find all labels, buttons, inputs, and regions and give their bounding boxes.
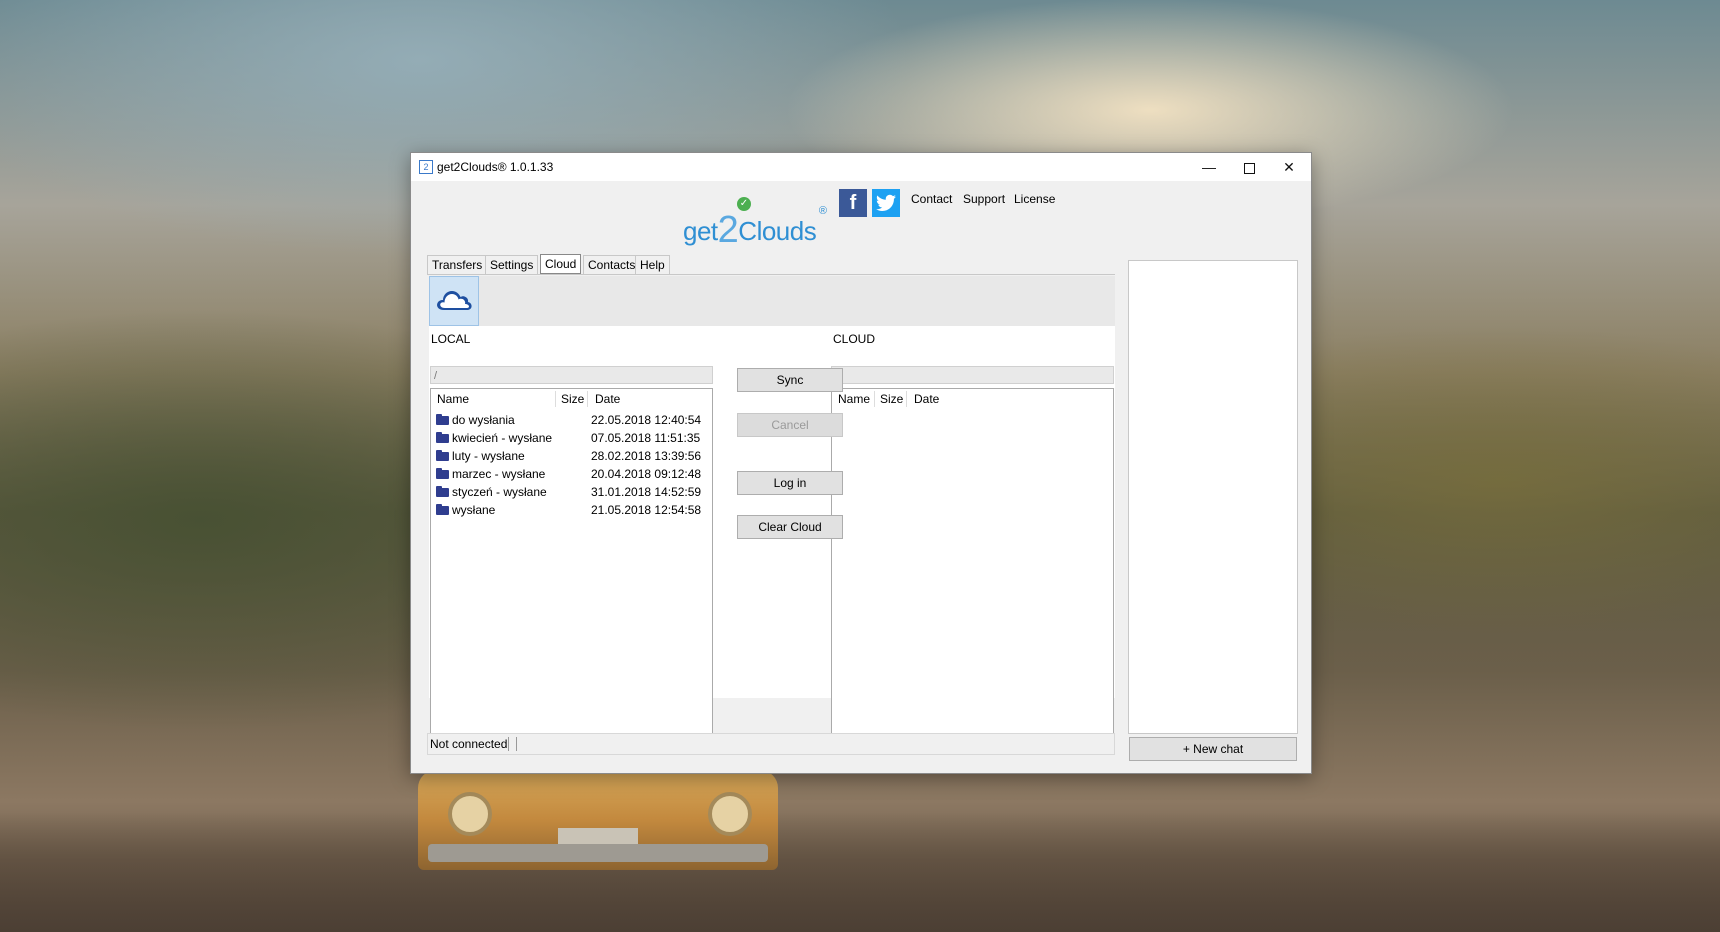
folder-icon <box>436 504 449 515</box>
list-item[interactable]: styczeń - wysłane 31.01.2018 14:52:59 <box>431 483 712 501</box>
cloud-col-sep <box>874 391 875 407</box>
contact-link[interactable]: Contact <box>911 192 952 206</box>
logo-pre: get <box>683 216 718 246</box>
cloud-col-size[interactable]: Size <box>880 389 903 409</box>
local-list-header: Name Size Date <box>437 389 707 409</box>
folder-icon <box>436 432 449 443</box>
status-bar: Not connected <box>427 733 1115 755</box>
cloud-col-name[interactable]: Name <box>838 389 870 409</box>
cloud-path-input[interactable]: / <box>831 366 1114 384</box>
twitter-icon[interactable] <box>872 189 900 217</box>
local-path-input[interactable]: / <box>430 366 713 384</box>
app-window: 2 get2Clouds® 1.0.1.33 — ✕ ✓ get2Clouds … <box>410 152 1312 774</box>
background-ground <box>0 812 1720 932</box>
tab-help[interactable]: Help <box>635 255 670 274</box>
tab-divider <box>427 274 1115 275</box>
list-item[interactable]: marzec - wysłane 20.04.2018 09:12:48 <box>431 465 712 483</box>
status-separator <box>516 737 517 751</box>
maximize-icon <box>1243 162 1255 174</box>
window-title: get2Clouds® 1.0.1.33 <box>437 160 554 174</box>
cloud-tab-panel: LOCAL CLOUD / / Name Size Date do wysłan… <box>429 326 1115 734</box>
logo-text: get2Clouds <box>683 207 817 251</box>
cloud-toolbar <box>429 276 1115 326</box>
clear-cloud-button[interactable]: Clear Cloud <box>737 515 843 539</box>
sync-button[interactable]: Sync <box>737 368 843 392</box>
car-headlight-right <box>708 792 752 836</box>
login-button[interactable]: Log in <box>737 471 843 495</box>
local-label: LOCAL <box>431 332 471 346</box>
app-icon: 2 <box>419 160 433 174</box>
list-item[interactable]: kwiecień - wysłane 07.05.2018 11:51:35 <box>431 429 712 447</box>
car-bumper <box>428 844 768 862</box>
list-item[interactable]: do wysłania 22.05.2018 12:40:54 <box>431 411 712 429</box>
chat-list[interactable] <box>1128 260 1298 734</box>
license-link[interactable]: License <box>1014 192 1055 206</box>
local-col-sep <box>587 391 588 407</box>
local-col-name[interactable]: Name <box>437 389 469 409</box>
list-item[interactable]: wysłane 21.05.2018 12:54:58 <box>431 501 712 519</box>
logo-registered: ® <box>818 205 827 217</box>
app-logo: ✓ get2Clouds ® <box>673 195 827 251</box>
tab-transfers[interactable]: Transfers <box>427 255 488 274</box>
title-bar[interactable]: 2 get2Clouds® 1.0.1.33 — ✕ <box>411 153 1311 181</box>
folder-icon <box>436 486 449 497</box>
local-col-size[interactable]: Size <box>561 389 584 409</box>
cloud-list-header: Name Size Date <box>838 389 1108 409</box>
cloud-icon <box>437 291 472 310</box>
tab-settings[interactable]: Settings <box>485 255 539 274</box>
new-chat-button[interactable]: + New chat <box>1129 737 1297 761</box>
connection-status: Not connected <box>430 737 508 751</box>
cloud-label: CLOUD <box>833 332 876 346</box>
status-separator <box>508 737 509 751</box>
onedrive-cloud-button[interactable] <box>429 276 479 326</box>
cloud-file-list[interactable]: Name Size Date <box>831 388 1114 734</box>
local-col-sep <box>555 391 556 407</box>
local-file-list[interactable]: Name Size Date do wysłania 22.05.2018 12:… <box>430 388 713 734</box>
cancel-button[interactable]: Cancel <box>737 413 843 437</box>
tab-cloud[interactable]: Cloud <box>540 254 582 274</box>
close-button[interactable]: ✕ <box>1269 153 1309 181</box>
facebook-icon[interactable]: f <box>839 189 867 217</box>
maximize-button[interactable] <box>1229 153 1269 181</box>
car-headlight-left <box>448 792 492 836</box>
background-toy-car <box>418 770 778 870</box>
folder-icon <box>436 450 449 461</box>
folder-icon <box>436 468 449 479</box>
list-item[interactable]: luty - wysłane 28.02.2018 13:39:56 <box>431 447 712 465</box>
support-link[interactable]: Support <box>963 192 1005 206</box>
logo-num: 2 <box>717 209 739 251</box>
minimize-button[interactable]: — <box>1189 153 1229 181</box>
cloud-col-date[interactable]: Date <box>914 389 939 409</box>
cloud-col-sep <box>906 391 907 407</box>
folder-icon <box>436 414 449 425</box>
logo-post: Clouds <box>738 216 817 246</box>
tab-contacts[interactable]: Contacts <box>583 255 641 274</box>
local-col-date[interactable]: Date <box>595 389 620 409</box>
